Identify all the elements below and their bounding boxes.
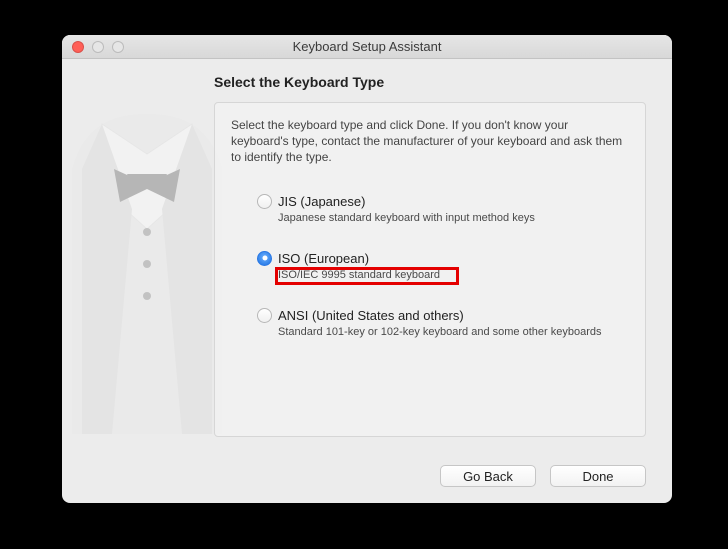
window-title: Keyboard Setup Assistant bbox=[62, 39, 672, 54]
option-label-jis: JIS (Japanese) bbox=[278, 194, 365, 209]
radio-iso[interactable] bbox=[257, 251, 272, 266]
instruction-text: Select the keyboard type and click Done.… bbox=[231, 117, 629, 166]
option-desc-ansi: Standard 101-key or 102-key keyboard and… bbox=[278, 325, 619, 339]
option-desc-iso: ISO/IEC 9995 standard keyboard bbox=[278, 268, 619, 282]
radio-ansi[interactable] bbox=[257, 308, 272, 323]
option-desc-jis: Japanese standard keyboard with input me… bbox=[278, 211, 619, 225]
titlebar: Keyboard Setup Assistant bbox=[62, 35, 672, 59]
options-panel: Select the keyboard type and click Done.… bbox=[214, 102, 646, 437]
page-title: Select the Keyboard Type bbox=[214, 74, 646, 90]
maximize-icon bbox=[112, 41, 124, 53]
assistant-window: Keyboard Setup Assistant Select the Keyb… bbox=[62, 35, 672, 503]
close-icon[interactable] bbox=[72, 41, 84, 53]
done-button[interactable]: Done bbox=[550, 465, 646, 487]
radio-jis[interactable] bbox=[257, 194, 272, 209]
go-back-button[interactable]: Go Back bbox=[440, 465, 536, 487]
option-label-ansi: ANSI (United States and others) bbox=[278, 308, 464, 323]
minimize-icon bbox=[92, 41, 104, 53]
option-label-iso: ISO (European) bbox=[278, 251, 369, 266]
